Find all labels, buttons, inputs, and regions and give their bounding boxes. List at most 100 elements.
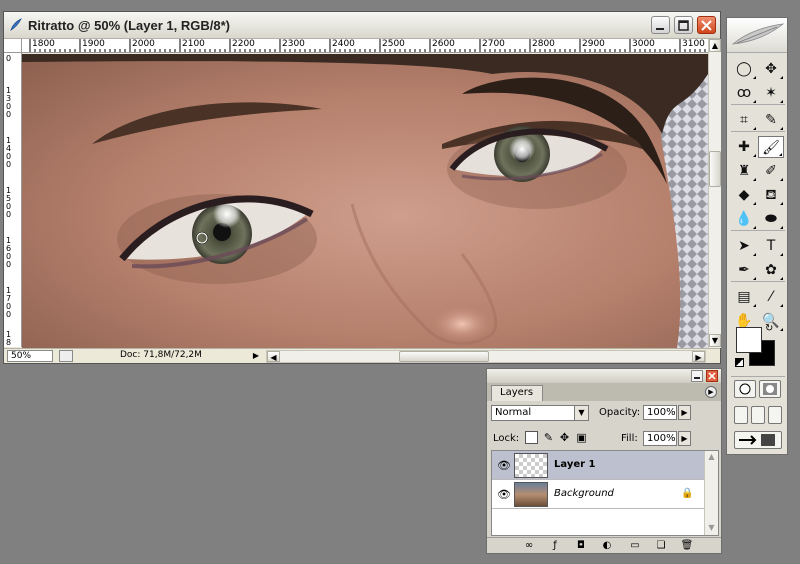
vertical-ruler[interactable]: 0 1300 1400 1500 1600 1700 1800: [4, 39, 22, 347]
vertical-scroll-thumb[interactable]: [709, 151, 721, 187]
jump-to-imageready-button[interactable]: [734, 431, 782, 449]
document-window: Ritratto @ 50% (Layer 1, RGB/8*) 1800 19…: [3, 11, 721, 364]
scroll-up-arrow[interactable]: ▲: [709, 39, 721, 52]
path-selection-icon[interactable]: ➤: [731, 235, 757, 257]
layers-scrollbar[interactable]: ▲ ▼: [704, 451, 718, 535]
layer-row-background[interactable]: 👁 Background 🔒: [492, 480, 704, 509]
scroll-up-arrow[interactable]: ▲: [705, 451, 718, 463]
layers-palette-titlebar[interactable]: [487, 369, 721, 383]
screen-mode-full-button[interactable]: [768, 406, 782, 424]
toolbox: ↻ ◯ ✥ ꝏ ✶ ⌗ ✎ ✚ 🖌 ♜ ✐ ◆ ⛾ 💧 ⬬ ➤ T ✒ ✿ ▤ ⁄ ✋ 🔍: [726, 17, 788, 455]
vertical-scrollbar[interactable]: ▲ ▼: [708, 39, 721, 348]
lock-transparency-icon[interactable]: [525, 431, 538, 444]
layers-palette-footer: ∞ ƒ ◘ ◐ ▭ ❏ 🗑: [487, 537, 721, 553]
horizontal-scrollbar[interactable]: ◀ ▶: [266, 350, 706, 363]
custom-shape-icon[interactable]: ✿: [758, 259, 784, 281]
eye-icon[interactable]: 👁: [495, 486, 513, 504]
lock-pixels-icon[interactable]: ✎: [542, 431, 555, 444]
ruler-label: 1800: [32, 39, 55, 49]
history-brush-icon[interactable]: ✐: [758, 160, 784, 182]
opacity-slider-arrow[interactable]: ▶: [678, 405, 691, 420]
default-colors-icon[interactable]: [735, 358, 744, 367]
new-group-icon[interactable]: ▭: [627, 539, 643, 553]
palette-menu-icon[interactable]: ▶: [705, 386, 717, 398]
ruler-label: 2900: [582, 39, 605, 49]
slice-icon[interactable]: ✎: [758, 109, 784, 131]
ruler-origin[interactable]: [4, 39, 22, 53]
ruler-label: 1700: [6, 286, 12, 319]
ruler-label: 2100: [182, 39, 205, 49]
ruler-label: 3000: [632, 39, 655, 49]
palette-minimize-button[interactable]: [691, 370, 703, 382]
ruler-label: 0: [6, 54, 12, 63]
document-title: Ritratto @ 50% (Layer 1, RGB/8*): [28, 18, 230, 33]
lock-icon: 🔒: [681, 488, 694, 499]
status-menu-arrow-icon[interactable]: ▶: [250, 350, 262, 362]
opacity-field[interactable]: 100%: [643, 405, 677, 420]
photoshop-feather-icon: [10, 18, 22, 31]
brush-icon[interactable]: 🖌: [758, 136, 784, 158]
close-icon: [701, 20, 712, 31]
pen-icon[interactable]: ✒: [731, 259, 757, 281]
blend-mode-select[interactable]: Normal ▼: [491, 405, 589, 421]
horizontal-ruler[interactable]: 1800 1900 2000 2100 2200 2300 2400 2500 …: [22, 39, 708, 53]
ruler-label: 1900: [82, 39, 105, 49]
ruler-label: 2300: [282, 39, 305, 49]
delete-layer-icon[interactable]: 🗑: [679, 539, 695, 553]
marquee-ellipse-icon[interactable]: ◯: [731, 58, 757, 80]
fill-slider-arrow[interactable]: ▶: [678, 431, 691, 446]
lasso-icon[interactable]: ꝏ: [731, 82, 757, 104]
lock-position-icon[interactable]: ✥: [558, 431, 571, 444]
palette-close-button[interactable]: [706, 370, 718, 382]
crop-icon[interactable]: ⌗: [731, 109, 757, 131]
ruler-label: 1600: [6, 236, 12, 269]
standard-mode-button[interactable]: [734, 380, 756, 398]
eye-icon[interactable]: 👁: [495, 457, 513, 475]
notes-icon[interactable]: ▤: [731, 286, 757, 308]
horizontal-scroll-thumb[interactable]: [399, 351, 489, 362]
clone-stamp-icon[interactable]: ♜: [731, 160, 757, 182]
scroll-left-arrow[interactable]: ◀: [267, 351, 280, 362]
image-canvas[interactable]: [22, 54, 708, 348]
adjustment-layer-icon[interactable]: ◐: [599, 539, 615, 553]
ruler-label: 2500: [382, 39, 405, 49]
foreground-color-swatch[interactable]: [736, 327, 762, 353]
screen-mode-full-menu-button[interactable]: [751, 406, 765, 424]
zoom-field[interactable]: 50%: [7, 350, 53, 362]
healing-brush-icon[interactable]: ✚: [731, 136, 757, 158]
new-layer-icon[interactable]: ❏: [653, 539, 669, 553]
ruler-label: 3100: [682, 39, 705, 49]
scroll-down-arrow[interactable]: ▼: [705, 522, 718, 534]
lock-all-icon[interactable]: ▣: [575, 431, 588, 444]
dodge-icon[interactable]: ⬬: [758, 208, 784, 230]
magic-wand-icon[interactable]: ✶: [758, 82, 784, 104]
close-icon: [708, 372, 716, 380]
ruler-label: 1800: [6, 330, 12, 348]
layer-mask-icon[interactable]: ◘: [573, 539, 589, 553]
layer-list: 👁 Layer 1 👁 Background 🔒 ▲ ▼: [491, 450, 719, 536]
quick-mask-button[interactable]: [759, 380, 781, 398]
layer-style-icon[interactable]: ƒ: [547, 539, 563, 553]
ruler-label: 2800: [532, 39, 555, 49]
type-icon[interactable]: T: [758, 235, 784, 257]
fill-field[interactable]: 100%: [643, 431, 677, 446]
maximize-button[interactable]: [674, 16, 693, 34]
scroll-right-arrow[interactable]: ▶: [692, 351, 705, 362]
close-button[interactable]: [697, 16, 716, 34]
eyedropper-icon[interactable]: ⁄: [758, 286, 784, 308]
eraser-icon[interactable]: ◆: [731, 184, 757, 206]
ruler-label: 1300: [6, 86, 12, 119]
minimize-button[interactable]: [651, 16, 670, 34]
blur-icon[interactable]: 💧: [731, 208, 757, 230]
tab-layers[interactable]: Layers: [491, 385, 543, 401]
toolbox-header[interactable]: [727, 18, 787, 53]
screen-mode-standard-button[interactable]: [734, 406, 748, 424]
zoom-status-icon[interactable]: [59, 350, 73, 362]
move-icon[interactable]: ✥: [758, 58, 784, 80]
layers-palette: Layers ▶ Normal ▼ Opacity: 100% ▶ Lock: …: [486, 368, 722, 554]
paint-bucket-icon[interactable]: ⛾: [758, 184, 784, 206]
scroll-down-arrow[interactable]: ▼: [709, 334, 721, 347]
layer-row-layer-1[interactable]: 👁 Layer 1: [492, 451, 704, 480]
link-layers-icon[interactable]: ∞: [521, 539, 537, 553]
document-titlebar[interactable]: Ritratto @ 50% (Layer 1, RGB/8*): [4, 12, 720, 39]
